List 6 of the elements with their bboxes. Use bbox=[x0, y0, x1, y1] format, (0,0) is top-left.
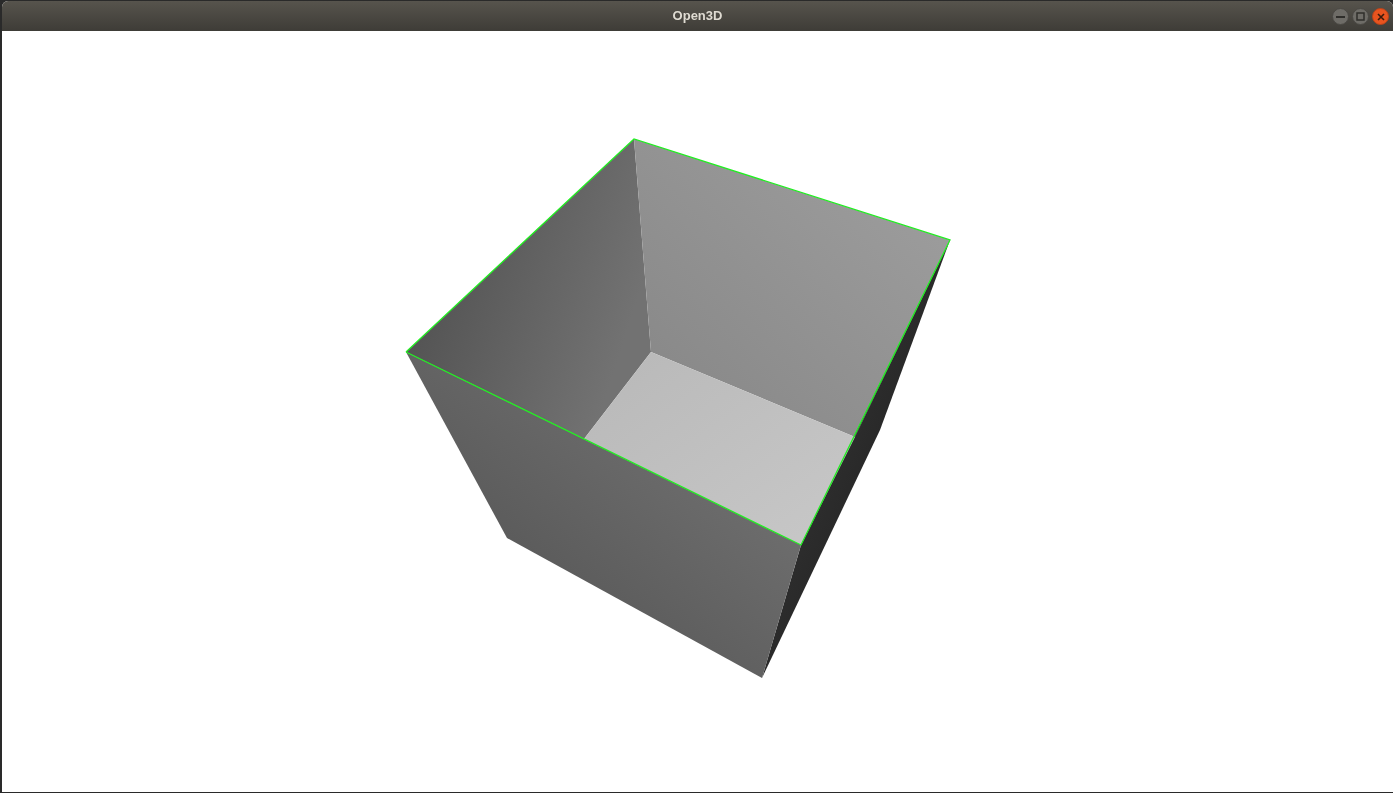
minimize-button[interactable] bbox=[1332, 8, 1349, 25]
window-title: Open3D bbox=[672, 7, 723, 26]
maximize-icon bbox=[1356, 12, 1365, 21]
close-icon bbox=[1376, 12, 1385, 21]
close-button[interactable] bbox=[1372, 8, 1389, 25]
minimize-icon bbox=[1336, 15, 1345, 18]
